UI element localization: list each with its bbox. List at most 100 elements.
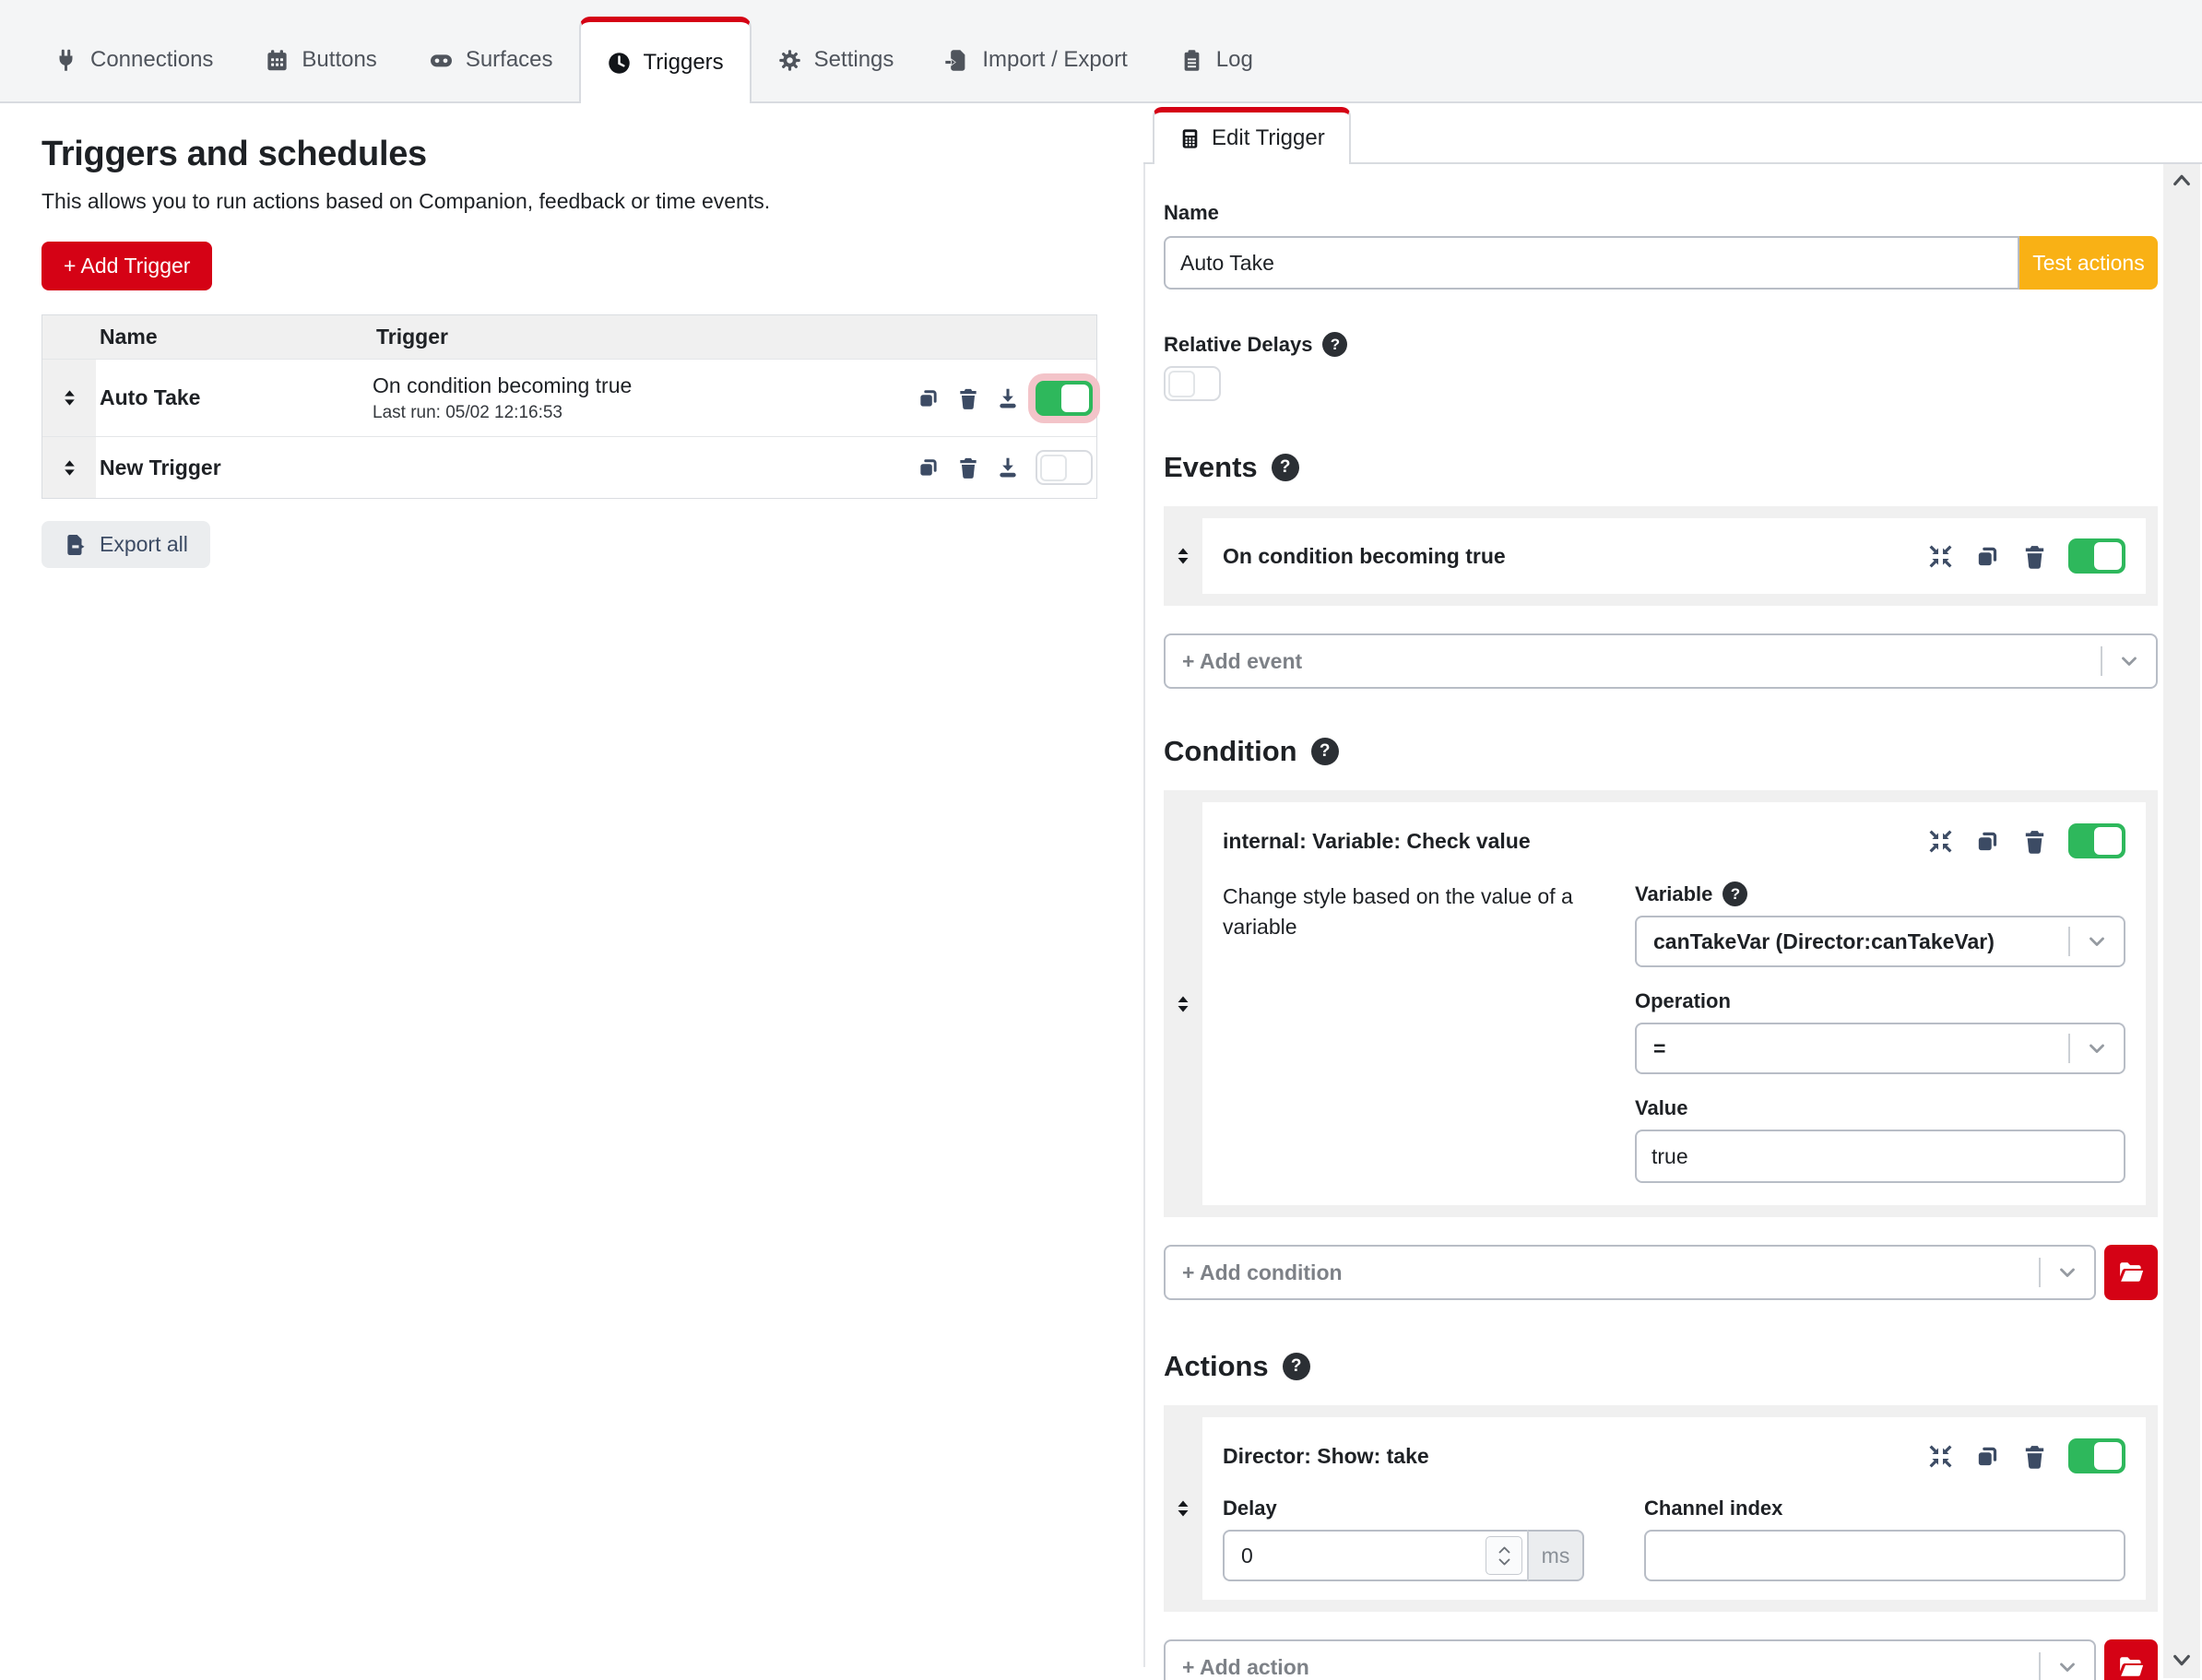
channel-index-input[interactable] <box>1644 1530 2125 1581</box>
add-condition-select[interactable]: + Add condition <box>1164 1245 2096 1300</box>
chevron-down-icon <box>2085 929 2109 953</box>
delete-icon[interactable] <box>2021 1443 2048 1470</box>
value-label: Value <box>1635 1096 2125 1120</box>
separator <box>2039 1258 2041 1287</box>
duplicate-icon[interactable] <box>917 386 941 410</box>
tab-settings-label: Settings <box>814 47 894 73</box>
add-event-row: + Add event <box>1164 633 2158 689</box>
drag-handle[interactable] <box>42 437 96 498</box>
trigger-enabled-toggle[interactable] <box>1036 381 1093 416</box>
condition-item: internal: Variable: Check value Change s… <box>1202 802 2146 1205</box>
delete-icon[interactable] <box>956 386 980 410</box>
relative-delays-toggle[interactable] <box>1164 366 1221 401</box>
action-item-actions <box>1927 1438 2125 1473</box>
edit-trigger-tab-label: Edit Trigger <box>1212 125 1325 151</box>
drag-handle[interactable] <box>1172 1497 1194 1520</box>
chevron-down-icon <box>2055 1655 2079 1679</box>
condition-description: Change style based on the value of a var… <box>1223 881 1578 1187</box>
export-all-button[interactable]: Export all <box>41 521 210 568</box>
editor-scrollbar[interactable] <box>2163 162 2200 1678</box>
tab-connections-label: Connections <box>90 47 213 73</box>
trigger-name[interactable]: New Trigger <box>96 437 373 498</box>
add-action-select[interactable]: + Add action <box>1164 1639 2096 1680</box>
tab-import-export-label: Import / Export <box>982 47 1127 73</box>
button-grid-icon <box>265 48 290 73</box>
tab-connections[interactable]: Connections <box>28 18 239 101</box>
duplicate-icon[interactable] <box>1974 1443 2001 1470</box>
help-icon[interactable]: ? <box>1272 454 1299 481</box>
operation-select[interactable]: = <box>1635 1023 2125 1074</box>
add-trigger-button[interactable]: + Add Trigger <box>41 242 212 290</box>
condition-item-actions <box>1927 823 2125 858</box>
select-chevron-zone <box>2068 1024 2124 1072</box>
folder-open-icon <box>2117 1259 2145 1286</box>
add-event-placeholder: + Add event <box>1182 649 1302 674</box>
tab-import-export[interactable]: Import / Export <box>919 18 1153 101</box>
header-handle-cell <box>42 315 96 359</box>
trigger-name-input[interactable] <box>1164 236 2019 290</box>
gamepad-icon <box>429 48 454 73</box>
trigger-cell: On condition becoming true Last run: 05/… <box>373 360 917 436</box>
clipboard-icon <box>1179 48 1204 73</box>
delay-input-group: ms <box>1223 1530 1584 1581</box>
tab-edit-trigger[interactable]: Edit Trigger <box>1153 107 1351 164</box>
test-actions-button[interactable]: Test actions <box>2019 236 2158 290</box>
select-chevron-zone <box>2039 1247 2094 1298</box>
delete-icon[interactable] <box>2021 543 2048 570</box>
trigger-column-header: Trigger <box>373 315 917 359</box>
edit-trigger-pane: Edit Trigger Name Test actions Relative … <box>1143 103 2202 1680</box>
tab-buttons[interactable]: Buttons <box>239 18 402 101</box>
delay-input[interactable] <box>1239 1543 1378 1569</box>
condition-enabled-toggle[interactable] <box>2068 823 2125 858</box>
duplicate-icon[interactable] <box>917 455 941 479</box>
actions-heading-text: Actions <box>1164 1350 1269 1383</box>
drag-handle[interactable] <box>1172 545 1194 567</box>
channel-index-label-text: Channel index <box>1644 1497 1782 1520</box>
browse-actions-button[interactable] <box>2104 1639 2158 1680</box>
event-enabled-toggle[interactable] <box>2068 538 2125 574</box>
action-title: Director: Show: take <box>1223 1444 1429 1469</box>
operation-label-text: Operation <box>1635 989 1731 1013</box>
add-condition-placeholder: + Add condition <box>1182 1260 1343 1285</box>
number-stepper[interactable] <box>1486 1536 1522 1575</box>
tab-surfaces[interactable]: Surfaces <box>403 18 579 101</box>
duplicate-icon[interactable] <box>1974 543 2001 570</box>
name-label-text: Name <box>1164 201 1219 225</box>
help-icon[interactable]: ? <box>1322 332 1347 357</box>
drag-handle[interactable] <box>42 360 96 436</box>
delete-icon[interactable] <box>956 455 980 479</box>
collapse-icon[interactable] <box>1927 828 1954 855</box>
action-enabled-toggle[interactable] <box>2068 1438 2125 1473</box>
trigger-name[interactable]: Auto Take <box>96 360 373 436</box>
events-panel: On condition becoming true <box>1164 506 2158 606</box>
tab-settings[interactable]: Settings <box>752 18 920 101</box>
value-field: Value <box>1635 1096 2125 1183</box>
table-row-new-trigger: New Trigger <box>42 437 1096 498</box>
help-icon[interactable]: ? <box>1283 1353 1310 1380</box>
tab-log[interactable]: Log <box>1154 18 1279 101</box>
tab-triggers-label: Triggers <box>644 50 724 76</box>
collapse-icon[interactable] <box>1927 1443 1954 1470</box>
actions-column-header <box>917 315 1096 359</box>
add-event-select[interactable]: + Add event <box>1164 633 2158 689</box>
main-nav: Connections Buttons Surfaces Triggers Se… <box>0 0 2202 103</box>
duplicate-icon[interactable] <box>1974 828 2001 855</box>
plug-icon <box>53 48 78 73</box>
value-input[interactable] <box>1635 1130 2125 1183</box>
download-icon[interactable] <box>996 386 1020 410</box>
download-icon[interactable] <box>996 455 1020 479</box>
help-icon[interactable]: ? <box>1723 881 1747 906</box>
variable-selected-value: canTakeVar (Director:canTakeVar) <box>1653 929 1995 954</box>
trigger-enabled-toggle[interactable] <box>1036 450 1093 485</box>
action-item: Director: Show: take Delay <box>1202 1417 2146 1600</box>
drag-handle[interactable] <box>1172 993 1194 1015</box>
browse-conditions-button[interactable] <box>2104 1245 2158 1300</box>
collapse-icon[interactable] <box>1927 543 1954 570</box>
help-icon[interactable]: ? <box>1311 738 1339 765</box>
variable-select[interactable]: canTakeVar (Director:canTakeVar) <box>1635 916 2125 967</box>
file-export-icon <box>64 533 88 557</box>
chevron-down-icon <box>2055 1260 2079 1284</box>
delete-icon[interactable] <box>2021 828 2048 855</box>
folder-open-icon <box>2117 1653 2145 1680</box>
tab-triggers[interactable]: Triggers <box>579 17 752 103</box>
